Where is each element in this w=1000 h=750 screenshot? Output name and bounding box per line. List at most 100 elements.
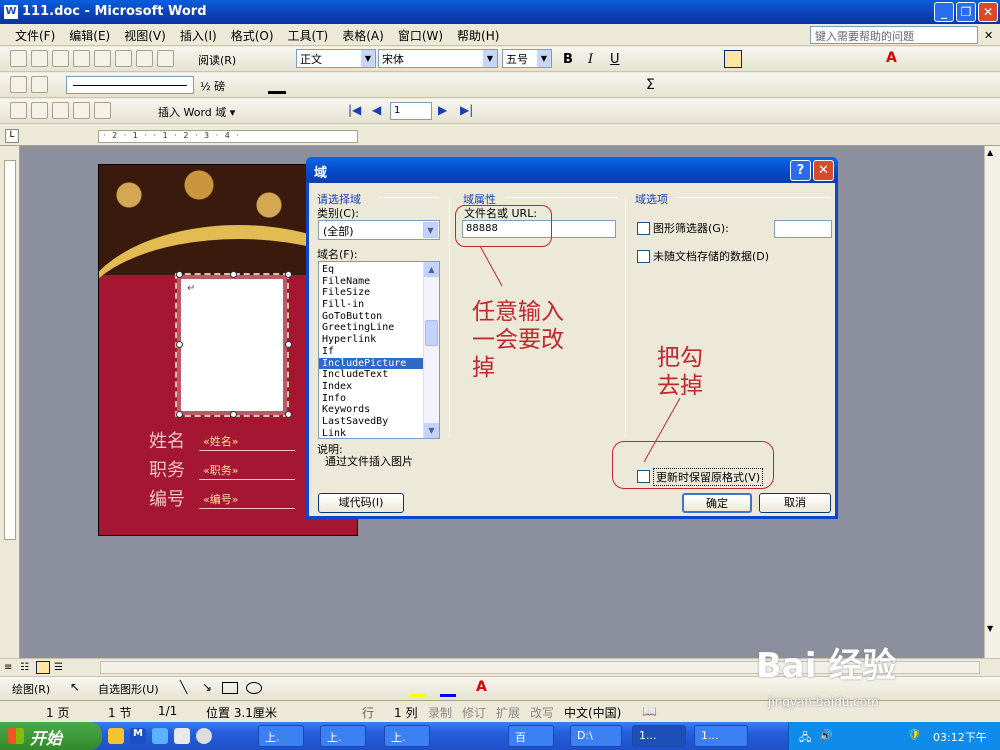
field-name-item[interactable]: GoToButton xyxy=(319,311,439,323)
volume-icon[interactable]: 🔊 xyxy=(819,729,833,742)
open-icon[interactable] xyxy=(31,50,48,67)
name-merge-field[interactable]: «姓名» xyxy=(203,433,238,449)
status-ovr[interactable]: 改写 xyxy=(530,704,554,721)
horizontal-ruler[interactable]: · 2 · 1 · · 1 · 2 · 3 · 4 · xyxy=(98,130,358,143)
field-name-item[interactable]: Info xyxy=(319,393,439,405)
menu-format[interactable]: 格式(O) xyxy=(224,24,281,47)
field-name-item[interactable]: Index xyxy=(319,381,439,393)
field-names-list[interactable]: Eq FileName FileSize Fill-in GoToButton Greet… xyxy=(318,261,440,439)
tab-selector[interactable]: L xyxy=(5,129,19,143)
vertical-ruler[interactable] xyxy=(0,146,20,658)
scroll-thumb[interactable] xyxy=(425,320,438,346)
web-view-icon[interactable]: ☷ xyxy=(20,662,29,673)
restore-button[interactable]: ❐ xyxy=(956,2,976,22)
menu-window[interactable]: 窗口(W) xyxy=(391,24,450,47)
taskbar-item[interactable]: 百 xyxy=(508,725,554,747)
menu-tools[interactable]: 工具(T) xyxy=(281,24,336,47)
network-icon[interactable]: 🖧 xyxy=(799,729,811,748)
resize-handle[interactable] xyxy=(230,271,237,278)
outline-view-icon[interactable]: ☰ xyxy=(54,662,63,673)
resize-handle[interactable] xyxy=(230,411,237,418)
font-color-icon[interactable]: A xyxy=(886,50,897,66)
field-name-item[interactable]: If xyxy=(319,346,439,358)
dialog-close-button[interactable]: ✕ xyxy=(813,160,834,181)
start-button[interactable]: 开始 xyxy=(0,722,102,750)
italic-button[interactable]: I xyxy=(588,52,593,67)
not-stored-checkbox[interactable] xyxy=(637,250,650,263)
field-name-item[interactable]: IncludePicture xyxy=(319,357,439,370)
insert-greeting-icon[interactable] xyxy=(94,102,111,119)
menu-help[interactable]: 帮助(H) xyxy=(450,24,506,47)
fill-color-icon[interactable] xyxy=(410,681,426,697)
graphic-filter-checkbox[interactable] xyxy=(637,222,650,235)
quicklaunch-icon[interactable] xyxy=(196,728,212,744)
quicklaunch-icon[interactable] xyxy=(108,728,124,744)
redo-icon[interactable] xyxy=(157,50,174,67)
field-name-item[interactable]: LastSavedBy xyxy=(319,416,439,428)
line-color-icon[interactable] xyxy=(440,681,456,697)
oval-icon[interactable] xyxy=(246,682,262,694)
resize-handle[interactable] xyxy=(176,411,183,418)
quicklaunch-icon[interactable]: M xyxy=(130,728,146,744)
help-button[interactable]: ? xyxy=(790,160,811,181)
main-doc-setup-icon[interactable] xyxy=(10,102,27,119)
scroll-down-icon[interactable]: ▼ xyxy=(987,624,993,633)
read-button[interactable]: 阅读(R) xyxy=(198,52,236,68)
print-view-icon[interactable] xyxy=(36,661,50,674)
align-left-icon[interactable] xyxy=(724,50,742,68)
word-doc-icon[interactable]: W xyxy=(4,5,18,19)
font-size-select[interactable]: 五号 ▼ xyxy=(502,49,552,68)
next-record-icon[interactable]: ▶ xyxy=(438,103,447,117)
autosum-icon[interactable]: Σ xyxy=(646,77,655,93)
last-record-icon[interactable]: ▶| xyxy=(460,103,473,117)
taskbar-item[interactable]: 上. xyxy=(258,725,304,747)
quicklaunch-icon[interactable] xyxy=(174,728,190,744)
insert-word-field-button[interactable]: 插入 Word 域 ▾ xyxy=(158,104,235,120)
field-name-item[interactable]: FileSize xyxy=(319,287,439,299)
resize-handle[interactable] xyxy=(176,271,183,278)
bold-button[interactable]: B xyxy=(563,52,573,67)
undo-icon[interactable] xyxy=(136,50,153,67)
field-name-item[interactable]: FileName xyxy=(319,276,439,288)
resize-handle[interactable] xyxy=(285,341,292,348)
ok-button[interactable]: 确定 xyxy=(682,493,752,513)
select-objects-icon[interactable]: ↖ xyxy=(70,680,80,694)
recipients-icon[interactable] xyxy=(52,102,69,119)
scroll-up-icon[interactable]: ▲ xyxy=(424,262,439,277)
close-window-button[interactable]: ✕ xyxy=(978,2,998,22)
autoshapes-menu[interactable]: 自选图形(U) xyxy=(98,681,159,697)
print-icon[interactable] xyxy=(73,50,90,67)
title-merge-field[interactable]: «职务» xyxy=(203,462,238,478)
cancel-button[interactable]: 取消 xyxy=(759,493,831,513)
field-name-item[interactable]: IncludeText xyxy=(319,369,439,381)
quicklaunch-icon[interactable] xyxy=(152,728,168,744)
open-data-source-icon[interactable] xyxy=(31,102,48,119)
resize-handle[interactable] xyxy=(285,411,292,418)
first-record-icon[interactable]: |◀ xyxy=(348,103,361,117)
print-preview-icon[interactable] xyxy=(94,50,111,67)
field-name-item[interactable]: GreetingLine xyxy=(319,322,439,334)
line-icon[interactable]: ╲ xyxy=(180,680,187,694)
field-codes-button[interactable]: 域代码(I) xyxy=(318,493,404,513)
id-merge-field[interactable]: «编号» xyxy=(203,491,238,507)
line-style-select[interactable] xyxy=(66,76,194,94)
field-name-item[interactable]: Hyperlink xyxy=(319,334,439,346)
font-select[interactable]: 宋体 ▼ xyxy=(378,49,498,68)
resize-handle[interactable] xyxy=(176,341,183,348)
category-select[interactable]: (全部) ▼ xyxy=(318,220,440,240)
menu-insert[interactable]: 插入(I) xyxy=(173,24,224,47)
minimize-button[interactable]: _ xyxy=(934,2,954,22)
help-search-input[interactable]: 键入需要帮助的问题 xyxy=(810,26,978,44)
prev-record-icon[interactable]: ◀ xyxy=(372,103,381,117)
font-color-icon[interactable]: A xyxy=(476,679,487,695)
menu-edit[interactable]: 编辑(E) xyxy=(62,24,117,47)
taskbar-item[interactable]: 上. xyxy=(384,725,430,747)
save-icon[interactable] xyxy=(52,50,69,67)
scroll-down-icon[interactable]: ▼ xyxy=(424,423,439,438)
scroll-up-icon[interactable]: ▲ xyxy=(987,148,993,157)
taskbar-item[interactable]: 1... xyxy=(632,725,686,747)
field-name-item[interactable]: Fill-in xyxy=(319,299,439,311)
new-doc-icon[interactable] xyxy=(10,50,27,67)
resize-handle[interactable] xyxy=(285,271,292,278)
spelling-status-icon[interactable]: 📖 xyxy=(642,704,657,718)
